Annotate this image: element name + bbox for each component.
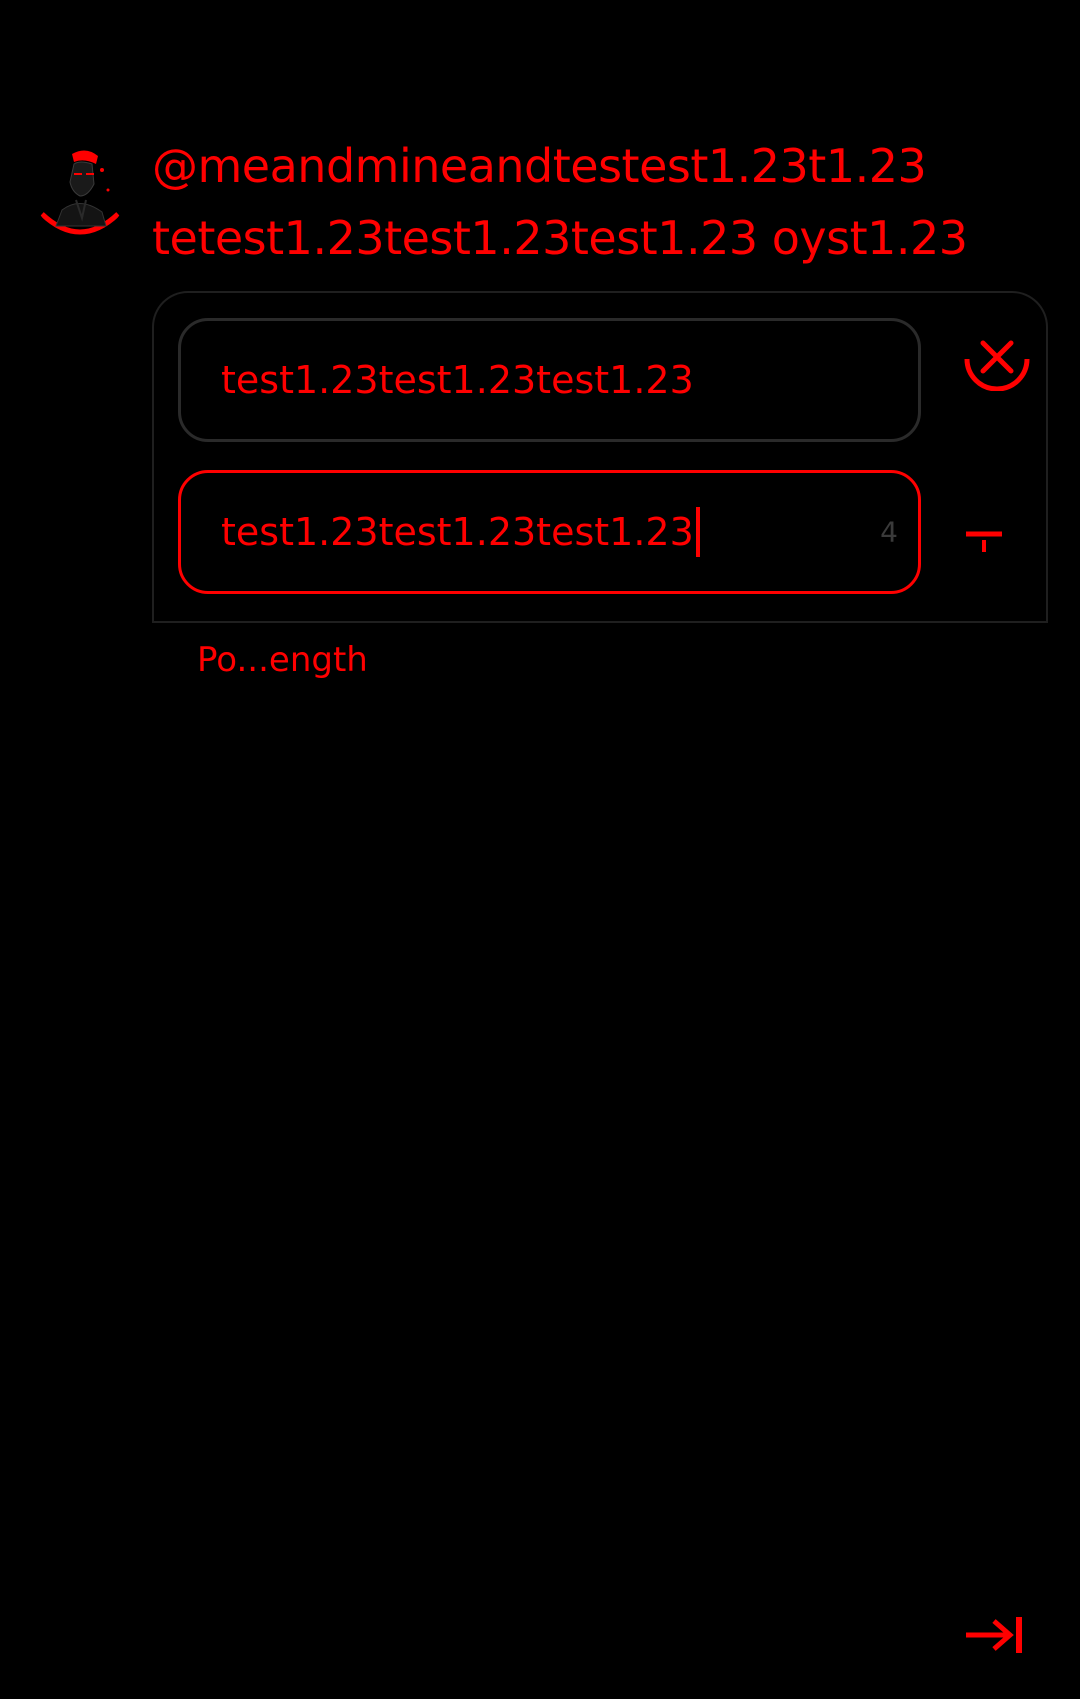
char-count: 4 bbox=[880, 515, 898, 549]
poll-option-1-input[interactable]: test1.23test1.23test1.23 bbox=[178, 318, 921, 442]
remove-poll-button[interactable] bbox=[963, 323, 1031, 391]
close-circle-icon bbox=[964, 340, 1030, 391]
avatar-image bbox=[32, 140, 128, 236]
add-option-button[interactable] bbox=[962, 514, 1006, 558]
post-text-line: tetest1.23test1.23test1.23 oyst1.23 bbox=[152, 211, 968, 265]
poll-option-1-value: test1.23test1.23test1.23 bbox=[221, 358, 694, 402]
send-button[interactable] bbox=[964, 1615, 1026, 1655]
username-line: @meandmineandtestest1.23t1.23 bbox=[152, 139, 927, 193]
poll-length-button[interactable]: Po...ength bbox=[197, 640, 368, 680]
avatar[interactable] bbox=[32, 140, 128, 236]
poll-divider bbox=[152, 621, 1048, 623]
arrow-to-right-icon bbox=[966, 1617, 1022, 1653]
text-caret bbox=[695, 507, 700, 557]
poll-option-2-input[interactable]: test1.23test1.23test1.23 4 bbox=[178, 470, 921, 594]
post-header: @meandmineandtestest1.23t1.23 tetest1.23… bbox=[152, 130, 1052, 274]
plus-icon bbox=[966, 531, 1002, 552]
poll-option-2-value: test1.23test1.23test1.23 bbox=[221, 510, 694, 554]
